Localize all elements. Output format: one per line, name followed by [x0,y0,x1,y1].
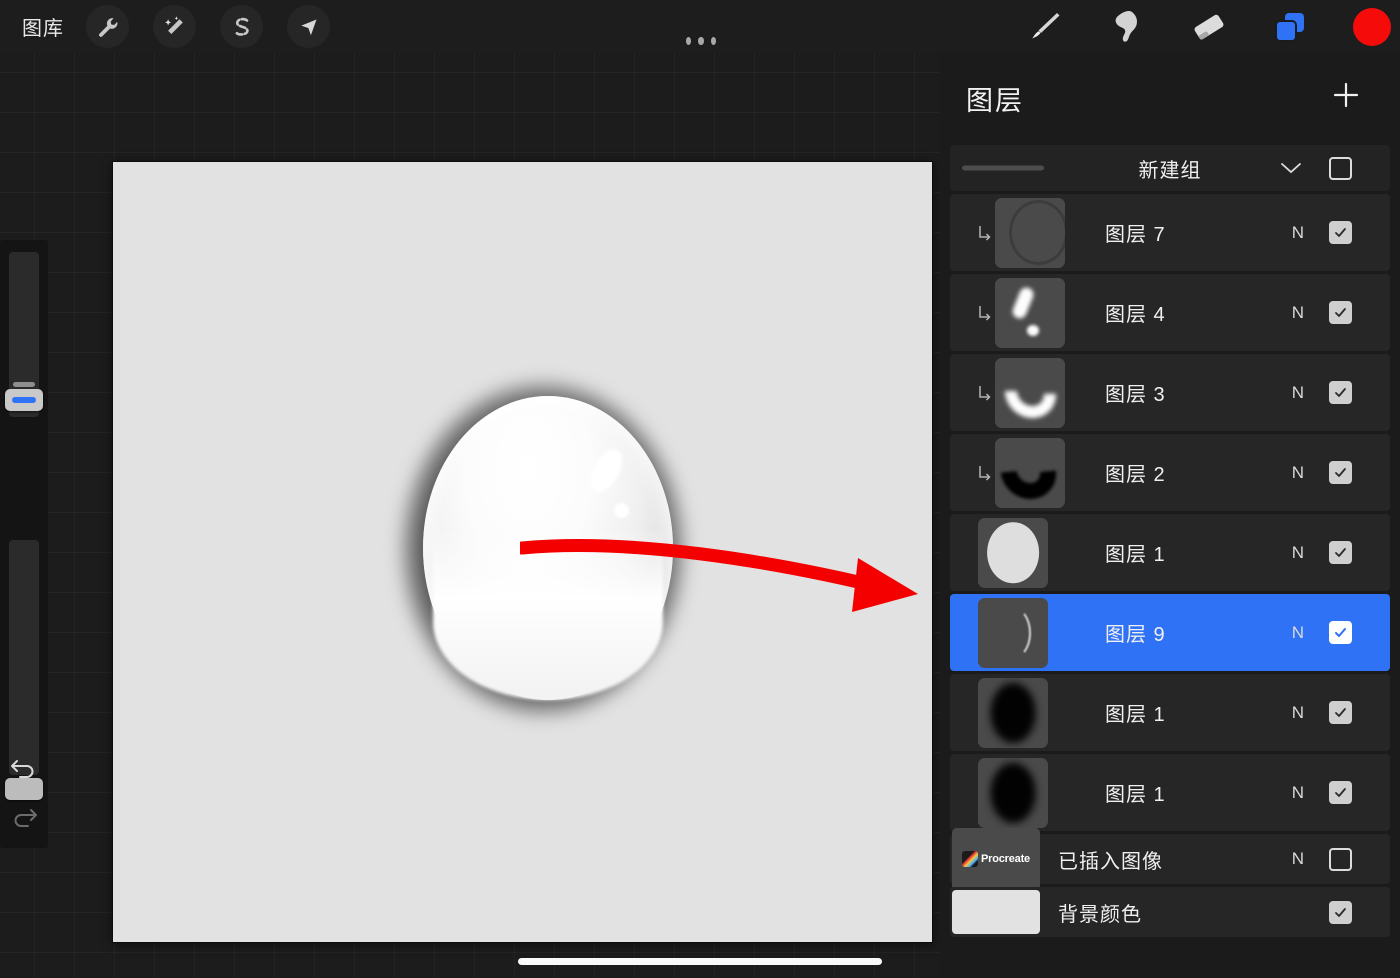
inserted-image-visibility-checkbox[interactable] [1329,847,1352,871]
blend-mode[interactable]: N [1292,303,1304,323]
transform-arrow-icon[interactable] [287,5,330,48]
selection-s-icon[interactable] [220,5,263,48]
blend-mode[interactable]: N [1292,223,1304,243]
smudge-icon[interactable] [1104,4,1150,50]
inserted-image-name: 已插入图像 [1058,850,1163,873]
layer-visibility-checkbox[interactable] [1329,541,1352,564]
color-swatch-button[interactable] [1353,8,1391,46]
inserted-image-row[interactable]: Procreate 已插入图像 N [950,828,1390,890]
layer-row[interactable]: 图层 4 N [950,274,1390,351]
layer-name: 图层 7 [1105,224,1166,246]
blend-mode[interactable]: N [1292,783,1304,803]
opacity-handle[interactable] [5,778,43,800]
layer-name: 图层 1 [1105,704,1166,726]
inserted-image-thumbnail[interactable]: Procreate [952,828,1040,890]
layer-thumbnail[interactable] [978,677,1048,748]
layer-thumbnail[interactable] [995,197,1065,268]
group-name: 新建组 [1138,159,1202,182]
clipping-mask-icon [979,225,991,241]
layer-visibility-checkbox[interactable] [1329,621,1352,644]
home-indicator [518,958,882,965]
blend-mode[interactable]: N [1292,703,1304,723]
layer-thumbnail[interactable] [995,357,1065,428]
layer-row[interactable]: 图层 1 N [950,514,1390,591]
background-color-thumbnail[interactable] [952,890,1040,934]
layer-thumbnail[interactable] [995,277,1065,348]
layer-visibility-checkbox[interactable] [1329,221,1352,244]
blend-mode[interactable]: N [1292,543,1304,563]
drawing-canvas[interactable] [113,162,932,942]
background-visibility-checkbox[interactable] [1329,900,1352,924]
layer-visibility-checkbox[interactable] [1329,701,1352,724]
opacity-slider[interactable] [9,540,39,775]
add-layer-button[interactable] [1328,77,1364,113]
top-toolbar: 图库 [0,0,1400,53]
blend-mode[interactable]: N [1292,463,1304,483]
background-color-row[interactable]: 背景颜色 [950,887,1390,937]
left-sidebar [0,240,48,848]
layer-name: 图层 3 [1105,384,1166,406]
eraser-icon[interactable] [1186,4,1232,50]
layer-name: 图层 1 [1105,784,1166,806]
layer-visibility-checkbox[interactable] [1329,461,1352,484]
blend-mode[interactable]: N [1292,849,1304,869]
paint-brush-icon[interactable] [1022,4,1068,50]
gallery-button[interactable]: 图库 [22,12,64,41]
undo-icon[interactable] [11,755,37,781]
layer-thumbnail[interactable] [978,757,1048,828]
procreate-wordmark: Procreate [981,853,1030,865]
background-color-name: 背景颜色 [1058,903,1142,926]
brush-size-handle[interactable] [5,382,43,411]
group-visibility-checkbox[interactable] [1329,156,1352,180]
drop-body [423,396,673,700]
page-title: 图层 [966,86,1024,116]
layer-row-selected[interactable]: 图层 9 N [950,594,1390,671]
layer-name: 图层 2 [1105,464,1166,486]
layer-name: 图层 9 [1105,624,1166,646]
layer-thumbnail[interactable] [978,517,1048,588]
actions-wrench-icon[interactable] [86,5,129,48]
layers-panel: 图层 新建组 图层 7 N 图层 4 N 图层 3 N 图层 2 N 图层 1 … [940,53,1400,978]
layer-row[interactable]: 图层 1 N [950,754,1390,831]
procreate-logo-icon [962,851,979,867]
layer-thumbnail[interactable] [995,437,1065,508]
chevron-down-icon[interactable] [1280,161,1302,175]
layer-name: 图层 1 [1105,544,1166,566]
adjustments-wand-icon[interactable] [153,5,196,48]
layer-group-row[interactable]: 新建组 [950,145,1390,191]
multitasking-dots-icon[interactable] [686,36,716,45]
layer-visibility-checkbox[interactable] [1329,781,1352,804]
layer-visibility-checkbox[interactable] [1329,301,1352,324]
blend-mode[interactable]: N [1292,383,1304,403]
clipping-mask-icon [979,305,991,321]
layers-panel-header: 图层 [940,53,1400,145]
layer-row[interactable]: 图层 7 N [950,194,1390,271]
clipping-mask-icon [979,465,991,481]
layers-icon[interactable] [1267,4,1313,50]
layer-row[interactable]: 图层 2 N [950,434,1390,511]
layer-thumbnail[interactable] [978,597,1048,668]
layer-row[interactable]: 图层 3 N [950,354,1390,431]
drop-highlight-small [614,503,629,518]
layer-name: 图层 4 [1105,304,1166,326]
blend-mode[interactable]: N [1292,623,1304,643]
layer-row[interactable]: 图层 1 N [950,674,1390,751]
layer-visibility-checkbox[interactable] [1329,381,1352,404]
clipping-mask-icon [979,385,991,401]
redo-icon[interactable] [11,804,37,830]
